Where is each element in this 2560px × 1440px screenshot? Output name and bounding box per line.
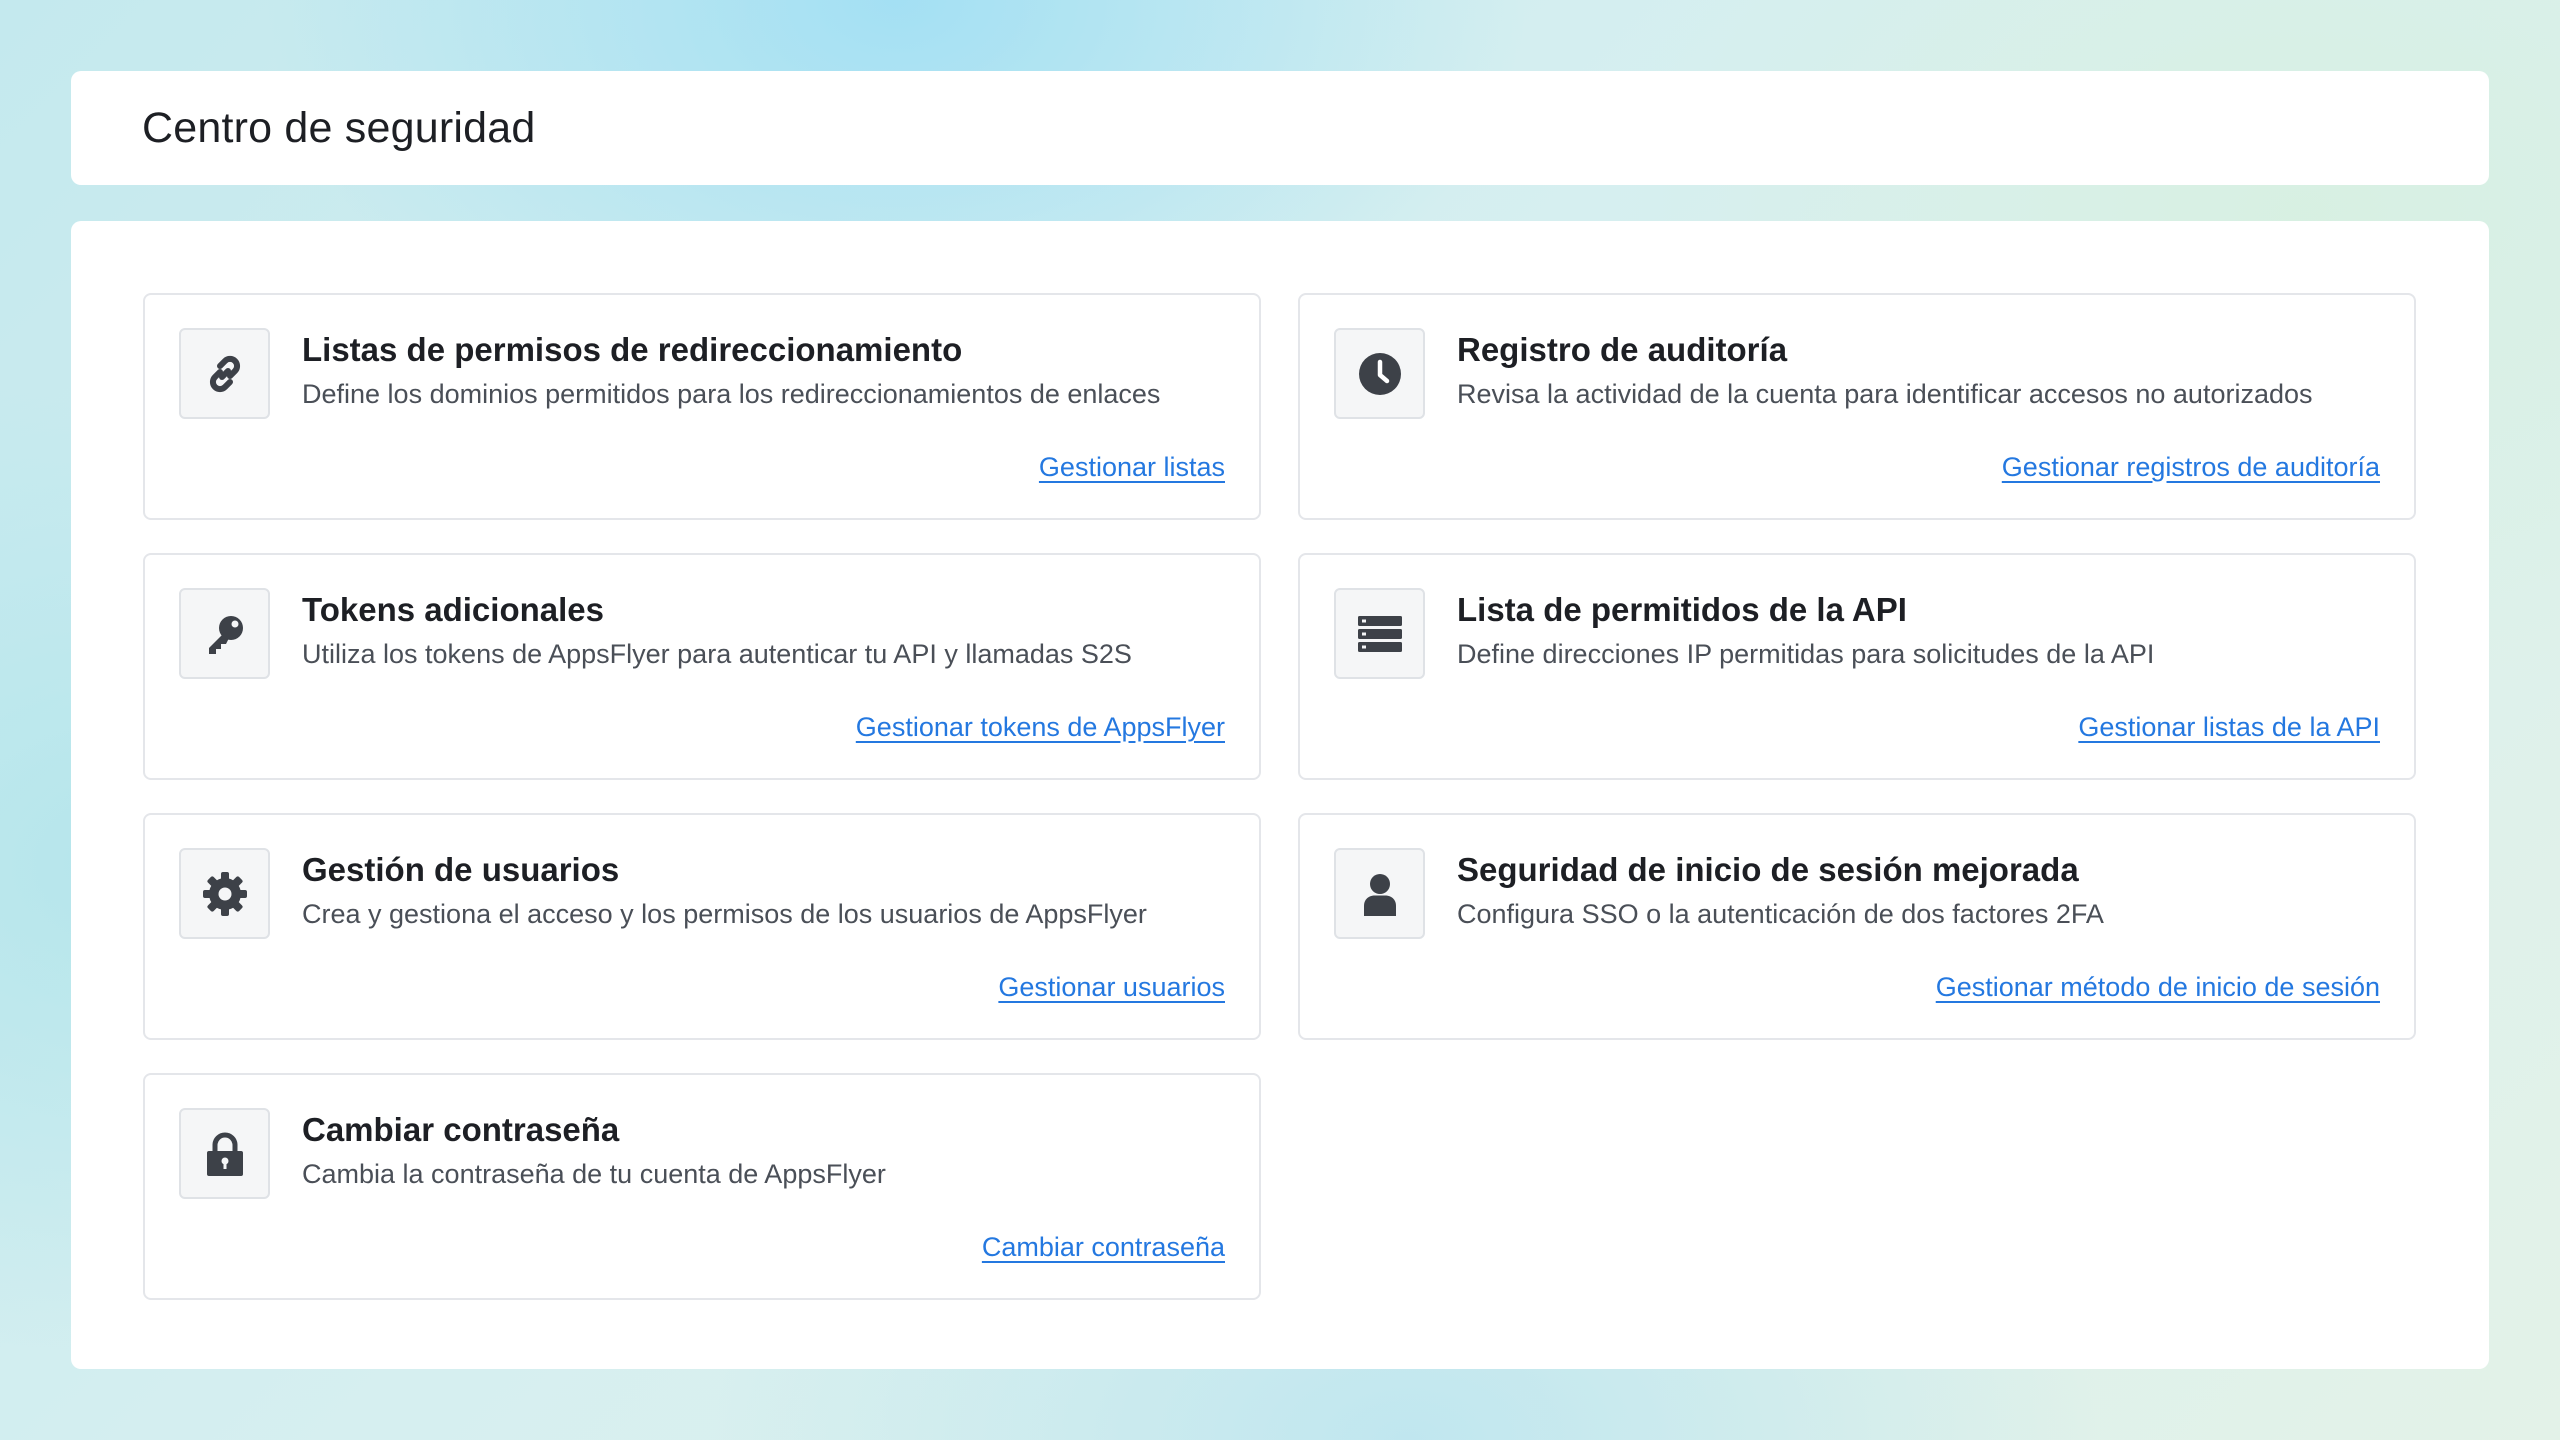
clock-icon [1334,328,1425,419]
card-description: Configura SSO o la autenticación de dos … [1457,899,2104,929]
card-title: Seguridad de inicio de sesión mejorada [1457,851,2079,888]
card-additional-tokens: Tokens adicionales Utiliza los tokens de… [143,553,1261,780]
card-title: Registro de auditoría [1457,331,1788,368]
card-description: Cambia la contraseña de tu cuenta de App… [302,1159,886,1189]
server-list-icon [1334,588,1425,679]
card-redirect-allowlists: Listas de permisos de redireccionamiento… [143,293,1261,520]
security-panel: Listas de permisos de redireccionamiento… [71,221,2489,1369]
card-description: Revisa la actividad de la cuenta para id… [1457,379,2313,409]
key-icon [179,588,270,679]
card-user-management: Gestión de usuarios Crea y gestiona el a… [143,813,1261,1040]
card-title: Lista de permitidos de la API [1457,591,1907,628]
card-description: Define direcciones IP permitidas para so… [1457,639,2155,669]
card-title: Listas de permisos de redireccionamiento [302,331,963,368]
page-title: Centro de seguridad [142,103,536,152]
change-password-link[interactable]: Cambiar contraseña [982,1232,1225,1263]
manage-users-link[interactable]: Gestionar usuarios [998,972,1225,1003]
page-header: Centro de seguridad [71,71,2489,185]
link-icon [179,328,270,419]
gear-icon [179,848,270,939]
manage-login-method-link[interactable]: Gestionar método de inicio de sesión [1936,972,2380,1003]
card-change-password: Cambiar contraseña Cambia la contraseña … [143,1073,1261,1300]
card-title: Cambiar contraseña [302,1111,620,1148]
card-title: Gestión de usuarios [302,851,620,888]
card-description: Define los dominios permitidos para los … [302,379,1161,409]
manage-tokens-link[interactable]: Gestionar tokens de AppsFlyer [856,712,1225,743]
card-title: Tokens adicionales [302,591,604,628]
card-description: Crea y gestiona el acceso y los permisos… [302,899,1147,929]
card-api-allowlist: Lista de permitidos de la API Define dir… [1298,553,2416,780]
manage-audit-logs-link[interactable]: Gestionar registros de auditoría [2002,452,2380,483]
card-login-security: Seguridad de inicio de sesión mejorada C… [1298,813,2416,1040]
lock-icon [179,1108,270,1199]
card-description: Utiliza los tokens de AppsFlyer para aut… [302,639,1132,669]
manage-api-lists-link[interactable]: Gestionar listas de la API [2078,712,2380,743]
card-audit-log: Registro de auditoría Revisa la activida… [1298,293,2416,520]
manage-lists-link[interactable]: Gestionar listas [1039,452,1225,483]
user-icon [1334,848,1425,939]
